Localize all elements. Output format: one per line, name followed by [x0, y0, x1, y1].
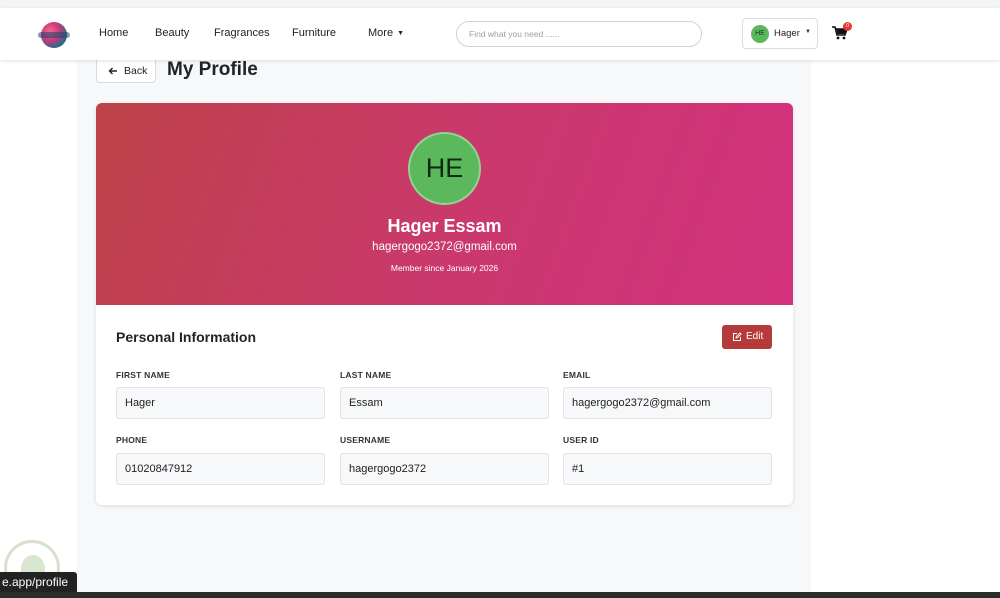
brand-logo[interactable] — [38, 22, 70, 48]
taskbar-strip — [0, 592, 1000, 598]
page-title: My Profile — [167, 59, 258, 80]
phone-label: PHONE — [116, 435, 148, 445]
edit-button[interactable]: Edit — [722, 325, 772, 349]
edit-label: Edit — [746, 331, 764, 342]
username-label: USERNAME — [340, 435, 391, 445]
nav-link-beauty[interactable]: Beauty — [155, 27, 189, 39]
arrow-left-icon — [108, 67, 117, 75]
navbar: Home Beauty Fragrances Furniture More▼ H… — [0, 8, 1000, 60]
user-name: Hager — [774, 28, 800, 39]
first-name-field[interactable]: Hager — [116, 387, 325, 419]
last-name-label: LAST NAME — [340, 370, 392, 380]
profile-name: Hager Essam — [387, 216, 502, 236]
nav-more-label: More — [368, 27, 394, 39]
profile-header: HE Hager Essam hagergogo2372@gmail.com M… — [96, 103, 793, 305]
browser-top-strip — [0, 0, 1000, 8]
chevron-down-icon: ▼ — [397, 29, 404, 37]
user-id-label: USER ID — [563, 435, 599, 445]
nav-link-fragrances[interactable]: Fragrances — [214, 27, 270, 39]
email-field[interactable]: hagergogo2372@gmail.com — [563, 387, 772, 419]
first-name-label: FIRST NAME — [116, 370, 170, 380]
profile-email: hagergogo2372@gmail.com — [372, 241, 517, 253]
cart-count-badge: 0 — [843, 22, 852, 31]
user-menu-button[interactable]: HE Hager ▼ — [742, 18, 818, 49]
nav-more-dropdown[interactable]: More ▼ — [368, 27, 404, 39]
chevron-down-icon: ▼ — [805, 29, 811, 35]
section-title: Personal Information — [116, 329, 257, 345]
back-label: Back — [124, 65, 148, 77]
back-button[interactable]: Back — [96, 57, 156, 83]
search-input[interactable] — [457, 22, 701, 46]
nav-link-home[interactable]: Home — [99, 27, 128, 39]
user-avatar: HE — [751, 25, 769, 43]
edit-icon — [733, 332, 742, 341]
nav-link-furniture[interactable]: Furniture — [292, 27, 336, 39]
username-field[interactable]: hagergogo2372 — [340, 453, 549, 485]
user-id-field[interactable]: #1 — [563, 453, 772, 485]
last-name-field[interactable]: Essam — [340, 387, 549, 419]
phone-field[interactable]: 01020847912 — [116, 453, 325, 485]
profile-avatar: HE — [408, 132, 481, 205]
search-bar — [456, 21, 702, 47]
profile-card: HE Hager Essam hagergogo2372@gmail.com M… — [96, 103, 793, 505]
member-since: Member since January 2026 — [390, 263, 499, 273]
email-label: EMAIL — [563, 370, 591, 380]
status-url-tooltip: e.app/profile — [0, 572, 77, 592]
